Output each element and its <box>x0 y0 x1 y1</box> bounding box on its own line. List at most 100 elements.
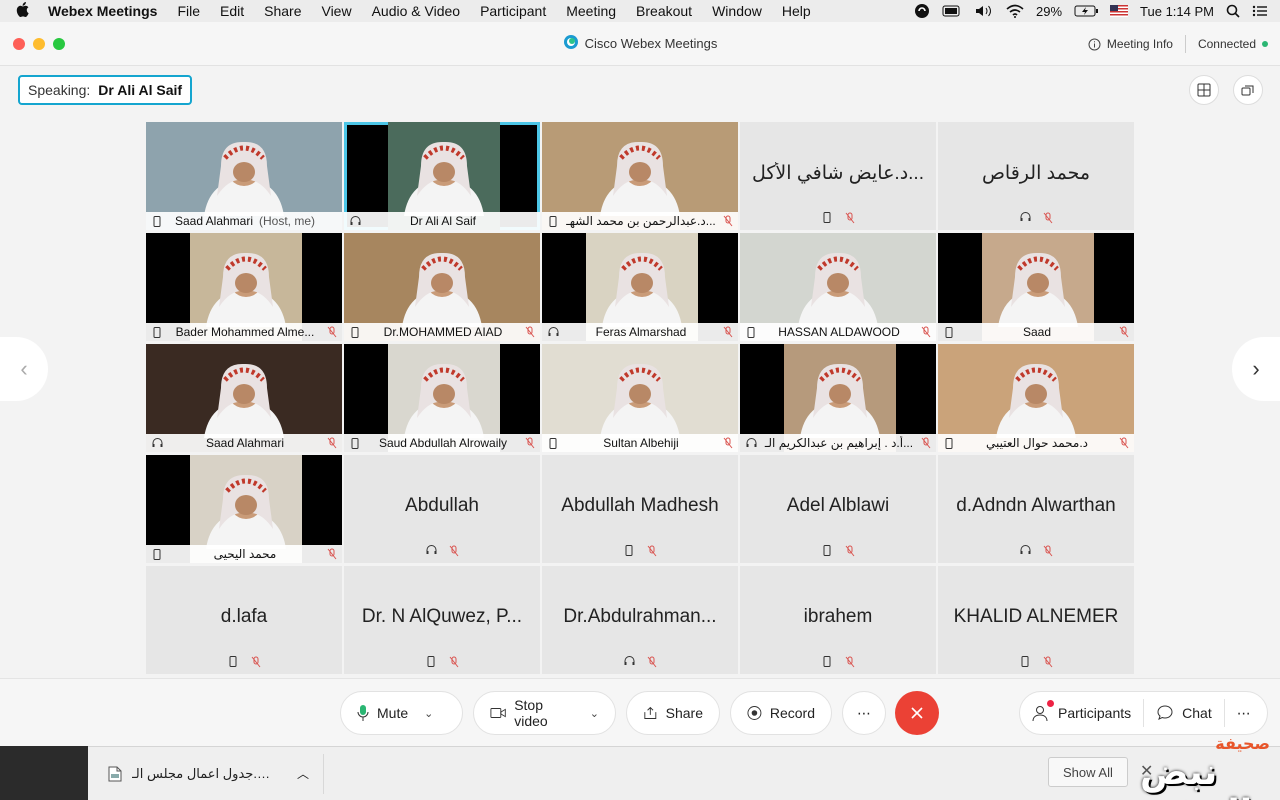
grid-layout-button[interactable] <box>1189 75 1219 105</box>
participant-tile[interactable]: Saud Abdullah Alrowaily <box>344 344 540 452</box>
participant-tile[interactable]: Adel Alblawi <box>740 455 936 563</box>
participant-name: Saad Alahmari (Host, me) <box>174 214 316 228</box>
participant-tile[interactable]: Dr.Abdulrahman... <box>542 566 738 674</box>
us-flag-icon[interactable] <box>1110 5 1129 17</box>
download-item[interactable]: جدول اعمال مجلس الـ....pdf ︿ <box>88 753 324 794</box>
menu-breakout[interactable]: Breakout <box>626 3 702 19</box>
more-panels-button[interactable]: ⋯ <box>1225 692 1263 734</box>
video-options-chevron-icon[interactable]: ⌄ <box>590 707 599 720</box>
camera-icon <box>490 708 506 718</box>
menu-app-name[interactable]: Webex Meetings <box>44 3 167 19</box>
apple-icon[interactable] <box>0 1 44 21</box>
participant-tile[interactable]: د.عايض شافي الأكل... <box>740 122 936 230</box>
participant-tile[interactable]: Dr Ali Al Saif <box>344 122 540 230</box>
watermark-top-text: صحيفة <box>1215 734 1270 753</box>
muted-mic-icon <box>1042 212 1054 224</box>
next-page-button[interactable]: › <box>1232 337 1280 401</box>
muted-mic-icon <box>920 326 932 338</box>
spotlight-search-icon[interactable] <box>1226 4 1240 18</box>
participant-tile[interactable]: Bader Mohammed Alme... <box>146 233 342 341</box>
volume-icon[interactable] <box>974 4 994 18</box>
device-icon <box>424 545 438 557</box>
device-icon <box>546 215 560 227</box>
menu-participant[interactable]: Participant <box>470 3 556 19</box>
participant-name-bar: Saad Alahmari (Host, me) <box>146 212 342 230</box>
participant-tile[interactable]: Dr.MOHAMMED AIAD <box>344 233 540 341</box>
participant-tile[interactable]: Sultan Albehiji <box>542 344 738 452</box>
menu-edit[interactable]: Edit <box>210 3 254 19</box>
participant-name: أ.د . إبراهيم بن عبدالكريم الـ... <box>764 436 914 450</box>
participant-role: (Host, me) <box>259 214 316 228</box>
participant-tile[interactable]: Saad Alahmari (Host, me) <box>146 122 342 230</box>
participant-tile[interactable]: ibrahem <box>740 566 936 674</box>
chat-bubble-icon <box>1157 705 1173 720</box>
participant-figure <box>206 474 286 549</box>
battery-monitor-icon[interactable] <box>942 5 962 17</box>
participant-tile[interactable]: د.عبدالرحمن بن محمد الشهـ... <box>542 122 738 230</box>
battery-charging-icon[interactable] <box>1074 5 1099 17</box>
wifi-icon[interactable] <box>1006 4 1024 18</box>
leave-meeting-button[interactable] <box>895 691 939 735</box>
participant-tile[interactable]: Abdullah Madhesh <box>542 455 738 563</box>
participant-name: Dr Ali Al Saif <box>409 214 477 228</box>
participant-tile[interactable]: KHALID ALNEMER <box>938 566 1134 674</box>
share-button[interactable]: Share <box>626 691 720 735</box>
previous-page-button[interactable]: ‹ <box>0 337 48 401</box>
device-icon <box>820 212 834 224</box>
creative-cloud-icon[interactable] <box>914 3 930 19</box>
menu-share[interactable]: Share <box>254 3 311 19</box>
participant-tile[interactable]: د.محمد حوال العتيبي <box>938 344 1134 452</box>
participant-tile[interactable]: محمد اليحيى <box>146 455 342 563</box>
chevron-up-icon[interactable]: ︿ <box>283 765 323 782</box>
meeting-info-label: Meeting Info <box>1106 37 1173 51</box>
stop-video-button[interactable]: Stop video ⌄ <box>473 691 616 735</box>
meeting-info-button[interactable]: Meeting Info <box>1088 37 1173 51</box>
menubar-clock[interactable]: Tue 1:14 PM <box>1140 4 1214 19</box>
participant-name-bar: أ.د . إبراهيم بن عبدالكريم الـ... <box>740 434 936 452</box>
participant-figure <box>404 363 484 438</box>
chat-label: Chat <box>1182 705 1212 721</box>
pop-out-button[interactable] <box>1233 75 1263 105</box>
share-screen-icon <box>644 706 657 719</box>
participant-tile[interactable]: d.Adndn Alwarthan <box>938 455 1134 563</box>
title-bar: Cisco Webex Meetings Meeting Info Connec… <box>0 22 1280 66</box>
menu-audio-video[interactable]: Audio & Video <box>362 3 470 19</box>
device-icon <box>546 437 560 449</box>
menu-file[interactable]: File <box>167 3 210 19</box>
participant-tile[interactable]: Saad Alahmari <box>146 344 342 452</box>
participant-tile[interactable]: d.lafa <box>146 566 342 674</box>
muted-mic-icon <box>448 545 460 557</box>
show-all-downloads-button[interactable]: Show All <box>1048 757 1128 787</box>
participant-tile[interactable]: محمد الرقاص <box>938 122 1134 230</box>
muted-mic-icon <box>1042 545 1054 557</box>
device-icon <box>744 438 758 448</box>
menu-help[interactable]: Help <box>772 3 821 19</box>
menu-meeting[interactable]: Meeting <box>556 3 626 19</box>
participant-name-bar: د.محمد حوال العتيبي <box>938 434 1134 452</box>
more-options-button[interactable]: ⋯ <box>842 691 886 735</box>
chat-button[interactable]: Chat <box>1144 692 1224 734</box>
more-options-icon: ⋯ <box>857 704 871 721</box>
participant-tile[interactable]: Saad <box>938 233 1134 341</box>
device-icon <box>942 437 956 449</box>
participant-tile[interactable]: Abdullah <box>344 455 540 563</box>
participant-figure <box>798 252 878 327</box>
participant-tile[interactable]: Dr. N AlQuwez, P... <box>344 566 540 674</box>
chevron-right-icon: › <box>1252 356 1260 381</box>
menu-view[interactable]: View <box>311 3 361 19</box>
participants-button[interactable]: Participants <box>1020 692 1143 734</box>
mute-button[interactable]: Mute ⌄ <box>340 691 463 735</box>
record-button[interactable]: Record <box>730 691 832 735</box>
device-icon <box>150 215 164 227</box>
device-icon <box>744 326 758 338</box>
downloads-bar: جدول اعمال مجلس الـ....pdf ︿ Show All ✕ <box>88 746 1280 800</box>
participant-name: Sultan Albehiji <box>603 436 679 450</box>
participant-name-bar: HASSAN ALDAWOOD <box>740 323 936 341</box>
participant-tile[interactable]: أ.د . إبراهيم بن عبدالكريم الـ... <box>740 344 936 452</box>
participant-name-bar: Sultan Albehiji <box>542 434 738 452</box>
participant-tile[interactable]: HASSAN ALDAWOOD <box>740 233 936 341</box>
notification-center-icon[interactable] <box>1252 5 1268 17</box>
mute-options-chevron-icon[interactable]: ⌄ <box>424 707 433 720</box>
participant-tile[interactable]: Feras Almarshad <box>542 233 738 341</box>
menu-window[interactable]: Window <box>702 3 772 19</box>
